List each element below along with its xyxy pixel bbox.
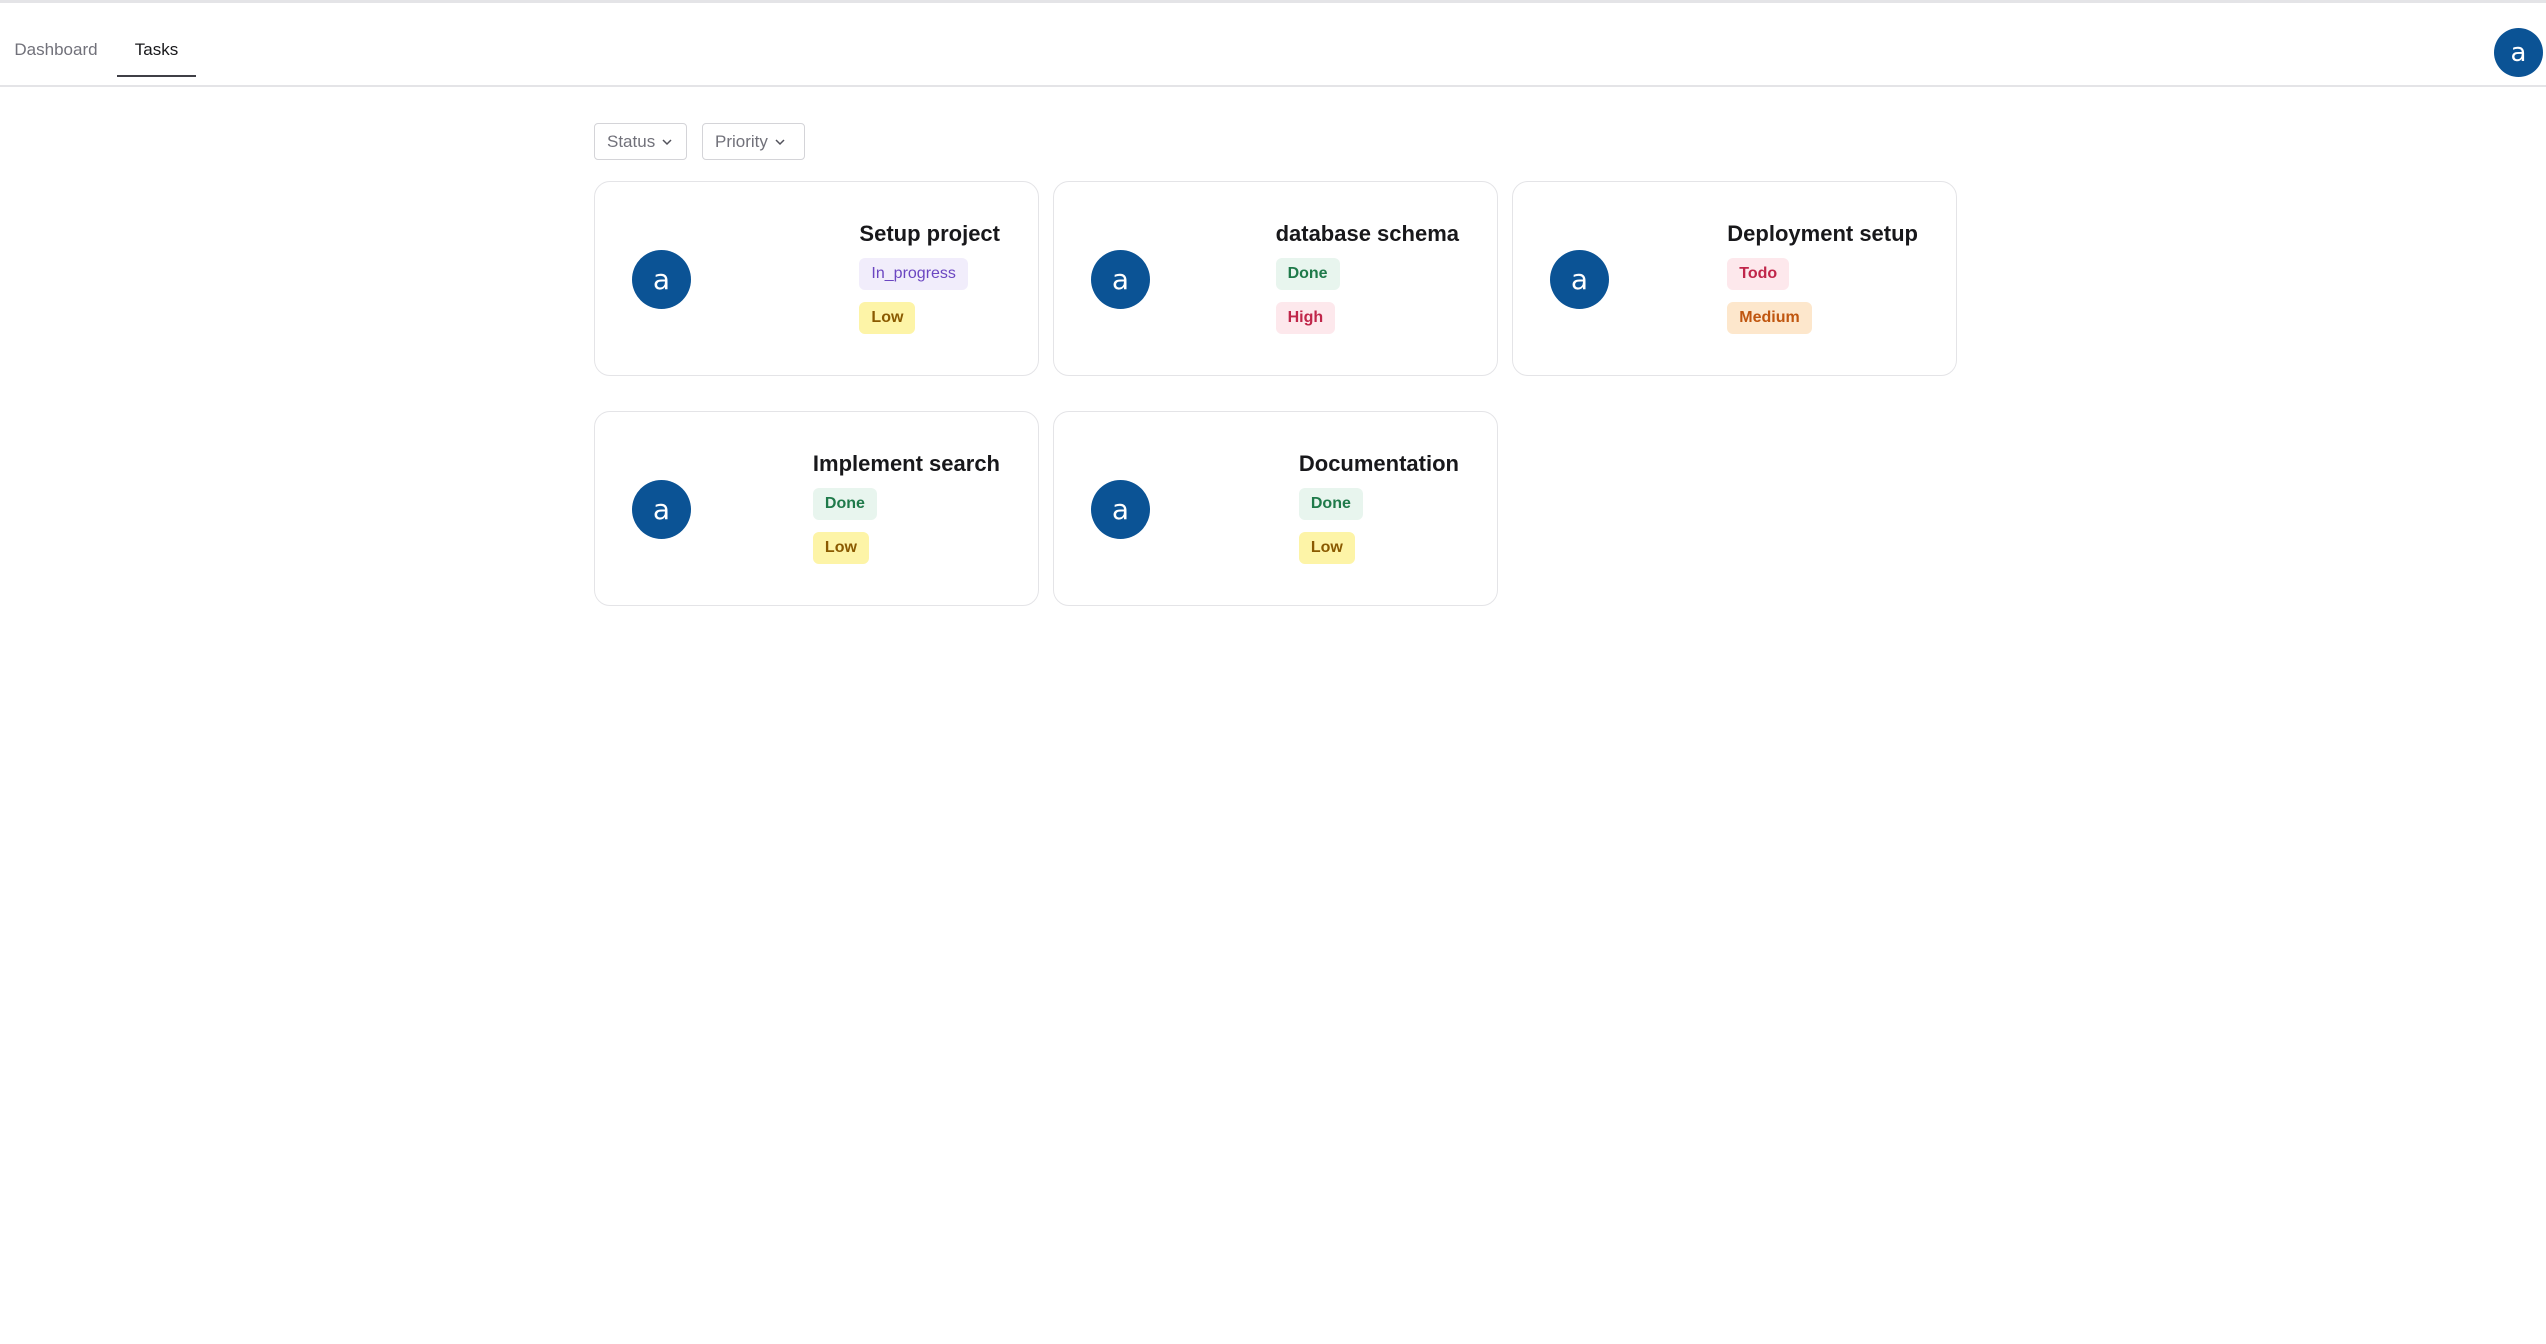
status-filter-button[interactable]: Status: [594, 123, 687, 160]
assignee-avatar: a: [632, 250, 691, 309]
task-card-body: database schema Done High: [1275, 219, 1459, 346]
priority-filter-button[interactable]: Priority: [702, 123, 805, 160]
priority-badge: Medium: [1727, 302, 1812, 334]
assignee-avatar: a: [1091, 480, 1150, 539]
priority-badge: Low: [859, 302, 916, 334]
task-card[interactable]: a database schema Done High: [1053, 181, 1498, 376]
assignee-avatar: a: [1091, 250, 1150, 309]
top-navbar: Dashboard Tasks a: [0, 3, 2546, 87]
status-badge: Done: [1298, 488, 1363, 520]
task-card-body: Deployment setup Todo Medium: [1727, 219, 1918, 346]
chevron-down-icon: [662, 138, 672, 145]
status-filter-label: Status: [607, 131, 656, 151]
task-card[interactable]: a Implement search Done Low: [594, 411, 1039, 606]
task-card-body: Documentation Done Low: [1298, 449, 1459, 576]
priority-filter-label: Priority: [715, 131, 768, 151]
task-title: Setup project: [859, 221, 1000, 246]
task-card-body: Implement search Done Low: [812, 449, 1000, 576]
tab-dashboard[interactable]: Dashboard: [14, 3, 98, 75]
priority-badge: Low: [1298, 532, 1355, 564]
task-title: Implement search: [812, 451, 1000, 476]
priority-badge: High: [1275, 302, 1336, 334]
tab-tasks[interactable]: Tasks: [117, 3, 196, 77]
status-badge: Todo: [1727, 258, 1790, 290]
status-badge: Done: [812, 488, 877, 520]
task-title: Deployment setup: [1727, 221, 1918, 246]
task-card[interactable]: a Setup project In_progress Low: [594, 181, 1039, 376]
filter-bar: Status Priority: [594, 123, 805, 160]
task-card[interactable]: a Documentation Done Low: [1053, 411, 1498, 606]
status-badge: Done: [1275, 258, 1340, 290]
user-avatar[interactable]: a: [2494, 28, 2543, 77]
chevron-down-icon: [775, 138, 785, 145]
task-card-body: Setup project In_progress Low: [859, 219, 1000, 346]
priority-badge: Low: [812, 532, 869, 564]
task-title: database schema: [1275, 221, 1459, 246]
assignee-avatar: a: [632, 480, 691, 539]
task-title: Documentation: [1298, 451, 1459, 476]
status-badge: In_progress: [859, 258, 968, 290]
task-card[interactable]: a Deployment setup Todo Medium: [1512, 181, 1957, 376]
assignee-avatar: a: [1550, 250, 1609, 309]
